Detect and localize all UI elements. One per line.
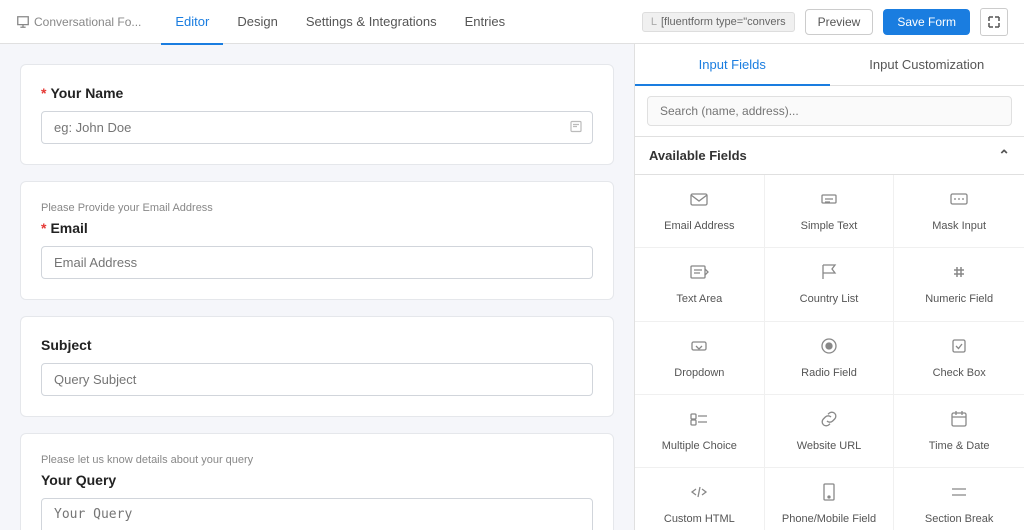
email-icon [689,189,709,213]
field-item-label: Text Area [676,292,722,306]
field-item-flag[interactable]: Country List [765,248,895,321]
label-text: Your Name [50,85,123,101]
field-item-radio[interactable]: Radio Field [765,322,895,395]
panel-tab-customization[interactable]: Input Customization [830,45,1024,86]
main-layout: * Your Name Please Provide your Email Ad… [0,44,1024,530]
field-label-query: Your Query [41,472,593,488]
available-fields-label: Available Fields [649,148,747,163]
field-item-label: Email Address [664,219,734,233]
nav-right: L [fluentform type="convers Preview Save… [642,8,1008,36]
field-label-name: * Your Name [41,85,593,101]
list-icon [689,409,709,433]
nav-brand: Conversational Fo... [16,15,141,29]
field-item-label: Numeric Field [925,292,993,306]
search-box [635,86,1024,137]
hash-icon [949,262,969,286]
search-input[interactable] [647,96,1012,126]
sublabel-email: Please Provide your Email Address [41,202,593,214]
available-fields-header: Available Fields ⌃ [635,137,1024,175]
field-item-list[interactable]: Multiple Choice [635,395,765,468]
input-wrapper-name [41,111,593,144]
field-item-label: Multiple Choice [662,439,737,453]
field-item-checkbox[interactable]: Check Box [894,322,1024,395]
query-textarea[interactable] [41,498,593,530]
top-nav: Conversational Fo... Editor Design Setti… [0,0,1024,44]
nav-left: Conversational Fo... Editor Design Setti… [16,0,519,44]
name-input[interactable] [41,111,593,144]
field-item-hash[interactable]: Numeric Field [894,248,1024,321]
brand-icon [16,15,30,29]
field-item-text[interactable]: Simple Text [765,175,895,248]
dropdown-icon [689,336,709,360]
field-label-email: * Email [41,220,593,236]
code-snippet: L [fluentform type="convers [642,12,795,32]
field-item-code[interactable]: Custom HTML [635,468,765,530]
code-icon [689,482,709,506]
field-item-calendar[interactable]: Time & Date [894,395,1024,468]
calendar-icon [949,409,969,433]
form-editor: * Your Name Please Provide your Email Ad… [0,44,634,530]
nav-tabs: Editor Design Settings & Integrations En… [161,0,519,44]
label-text-email: Email [50,220,87,236]
right-panel: Input Fields Input Customization Availab… [634,44,1024,530]
required-star: * [41,85,46,101]
input-icon-name [569,119,583,136]
field-item-phone[interactable]: Phone/Mobile Field [765,468,895,530]
panel-tabs: Input Fields Input Customization [635,44,1024,86]
field-item-label: Custom HTML [664,512,735,526]
tab-entries[interactable]: Entries [451,1,519,45]
section-icon [949,482,969,506]
label-text-query: Your Query [41,472,116,488]
label-text-subject: Subject [41,337,92,353]
link-icon [819,409,839,433]
field-item-label: Time & Date [929,439,990,453]
flag-icon [819,262,839,286]
required-star-email: * [41,220,46,236]
save-button[interactable]: Save Form [883,9,970,35]
field-item-label: Check Box [933,366,986,380]
chevron-up-icon[interactable]: ⌃ [998,147,1010,164]
brand-label: Conversational Fo... [34,15,141,29]
field-item-section[interactable]: Section Break [894,468,1024,530]
text-icon [569,119,583,133]
expand-button[interactable] [980,8,1008,36]
textarea-icon [689,262,709,286]
expand-icon [988,16,1000,28]
subject-input[interactable] [41,363,593,396]
text-icon [819,189,839,213]
field-item-label: Website URL [797,439,862,453]
form-card-email: Please Provide your Email Address * Emai… [20,181,614,300]
tab-editor[interactable]: Editor [161,1,223,45]
field-item-email[interactable]: Email Address [635,175,765,248]
preview-button[interactable]: Preview [805,9,874,35]
field-item-label: Mask Input [932,219,986,233]
panel-tab-input-fields[interactable]: Input Fields [635,45,830,86]
field-item-textarea[interactable]: Text Area [635,248,765,321]
form-card-query: Please let us know details about your qu… [20,433,614,530]
field-label-subject: Subject [41,337,593,353]
tab-design[interactable]: Design [223,1,291,45]
mask-icon [949,189,969,213]
field-item-label: Section Break [925,512,993,526]
field-item-label: Radio Field [801,366,857,380]
radio-icon [819,336,839,360]
field-item-label: Country List [800,292,859,306]
field-item-mask[interactable]: Mask Input [894,175,1024,248]
sublabel-query: Please let us know details about your qu… [41,454,593,466]
code-snippet-text: [fluentform type="convers [661,16,786,28]
form-card-subject: Subject [20,316,614,417]
phone-icon [819,482,839,506]
tab-settings[interactable]: Settings & Integrations [292,1,451,45]
field-item-label: Phone/Mobile Field [782,512,876,526]
checkbox-icon [949,336,969,360]
field-item-link[interactable]: Website URL [765,395,895,468]
email-input[interactable] [41,246,593,279]
fields-grid: Email Address Simple Text Mask Input Text A… [635,175,1024,530]
field-item-dropdown[interactable]: Dropdown [635,322,765,395]
form-card-name: * Your Name [20,64,614,165]
field-item-label: Dropdown [674,366,724,380]
field-item-label: Simple Text [801,219,858,233]
